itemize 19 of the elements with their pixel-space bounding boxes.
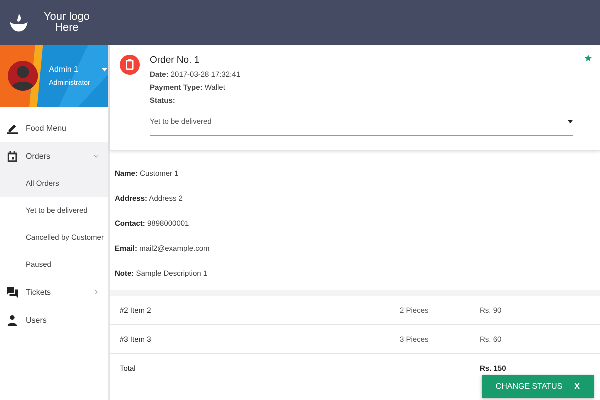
flame-logo-icon — [8, 12, 30, 34]
avatar-icon — [8, 60, 38, 92]
menu-item[interactable]: Users — [0, 306, 108, 334]
user-name[interactable]: Admin 1 — [49, 65, 90, 74]
chevron-down-icon — [94, 154, 99, 158]
star-icon[interactable] — [585, 55, 592, 62]
menu-item[interactable]: Tickets — [0, 278, 108, 306]
pen-icon — [7, 122, 18, 134]
menu-item[interactable]: Orders — [0, 142, 108, 170]
clipboard-icon — [120, 55, 140, 75]
menu-item[interactable]: Food Menu — [0, 114, 108, 142]
logo-text: Your logo Here — [42, 12, 92, 34]
calendar-icon — [7, 150, 18, 162]
dropdown-arrow-icon — [568, 120, 573, 124]
person-icon — [7, 314, 18, 326]
order-title: Order No. 1 — [150, 55, 201, 66]
caret-icon[interactable] — [102, 68, 108, 72]
chat-icon — [7, 286, 18, 298]
chevron-right-icon — [94, 290, 99, 294]
